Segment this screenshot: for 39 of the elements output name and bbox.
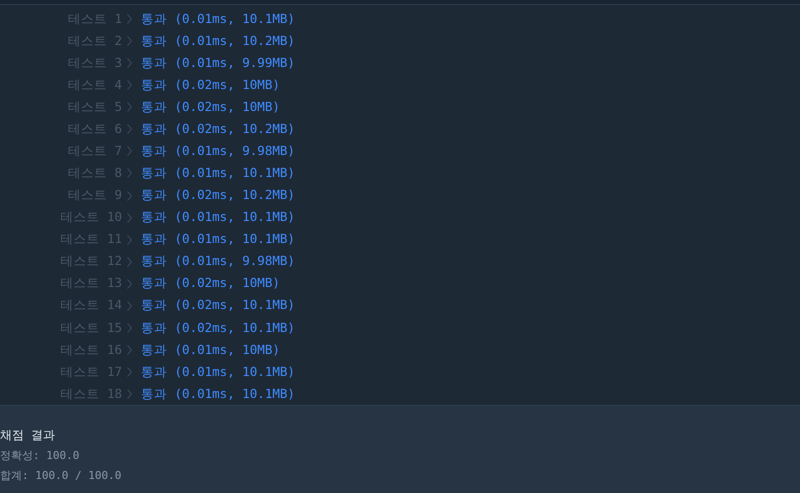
- summary-line: 정확성: 100.0: [0, 448, 80, 464]
- chevron-icon: [127, 389, 132, 400]
- test-result: 통과 (0.01ms, 10.2MB): [141, 32, 295, 50]
- chevron-icon: [127, 146, 132, 156]
- test-result: 통과 (0.01ms, 10.1MB): [141, 10, 295, 28]
- test-result: 통과 (0.01ms, 9.98MB): [141, 252, 295, 270]
- test-result: 통과 (0.01ms, 10MB): [141, 340, 280, 359]
- test-result: 통과 (0.02ms, 10MB): [141, 76, 280, 94]
- chevron-icon: [127, 58, 132, 68]
- test-result: 통과 (0.01ms, 10.1MB): [141, 208, 295, 226]
- chevron-icon: [127, 80, 132, 90]
- chevron-icon: [127, 212, 132, 223]
- test-result: 통과 (0.02ms, 10MB): [141, 274, 280, 292]
- chevron-icon: [127, 36, 132, 46]
- test-result: 통과 (0.01ms, 10.1MB): [141, 384, 295, 403]
- chevron-icon: [127, 256, 132, 267]
- chevron-icon: [127, 102, 132, 112]
- test-result: 통과 (0.02ms, 10.2MB): [141, 186, 295, 204]
- test-result: 통과 (0.02ms, 10MB): [141, 98, 280, 116]
- summary-line: 합계: 100.0 / 100.0: [0, 468, 122, 484]
- test-result: 통과 (0.02ms, 10.2MB): [141, 120, 295, 138]
- chevron-icon: [127, 190, 132, 201]
- chevron-icon: [127, 322, 132, 333]
- chevron-icon: [127, 168, 132, 178]
- test-result: 통과 (0.01ms, 10.1MB): [141, 230, 295, 248]
- chevron-icon: [127, 278, 132, 289]
- chevron-icon: [127, 14, 132, 24]
- chevron-icon: [127, 124, 132, 134]
- chevron-icon: [127, 300, 132, 311]
- test-result: 통과 (0.01ms, 10.1MB): [141, 164, 295, 182]
- test-result: 통과 (0.01ms, 10.1MB): [141, 362, 295, 381]
- chevron-icon: [127, 344, 132, 355]
- test-result: 통과 (0.02ms, 10.1MB): [141, 318, 295, 337]
- chevron-icon: [127, 367, 132, 378]
- chevron-icon: [127, 234, 132, 245]
- test-result: 통과 (0.01ms, 9.98MB): [141, 142, 295, 160]
- summary-title: 채점 결과: [0, 427, 56, 444]
- test-result: 통과 (0.01ms, 9.99MB): [141, 54, 295, 72]
- test-result: 통과 (0.02ms, 10.1MB): [141, 296, 295, 314]
